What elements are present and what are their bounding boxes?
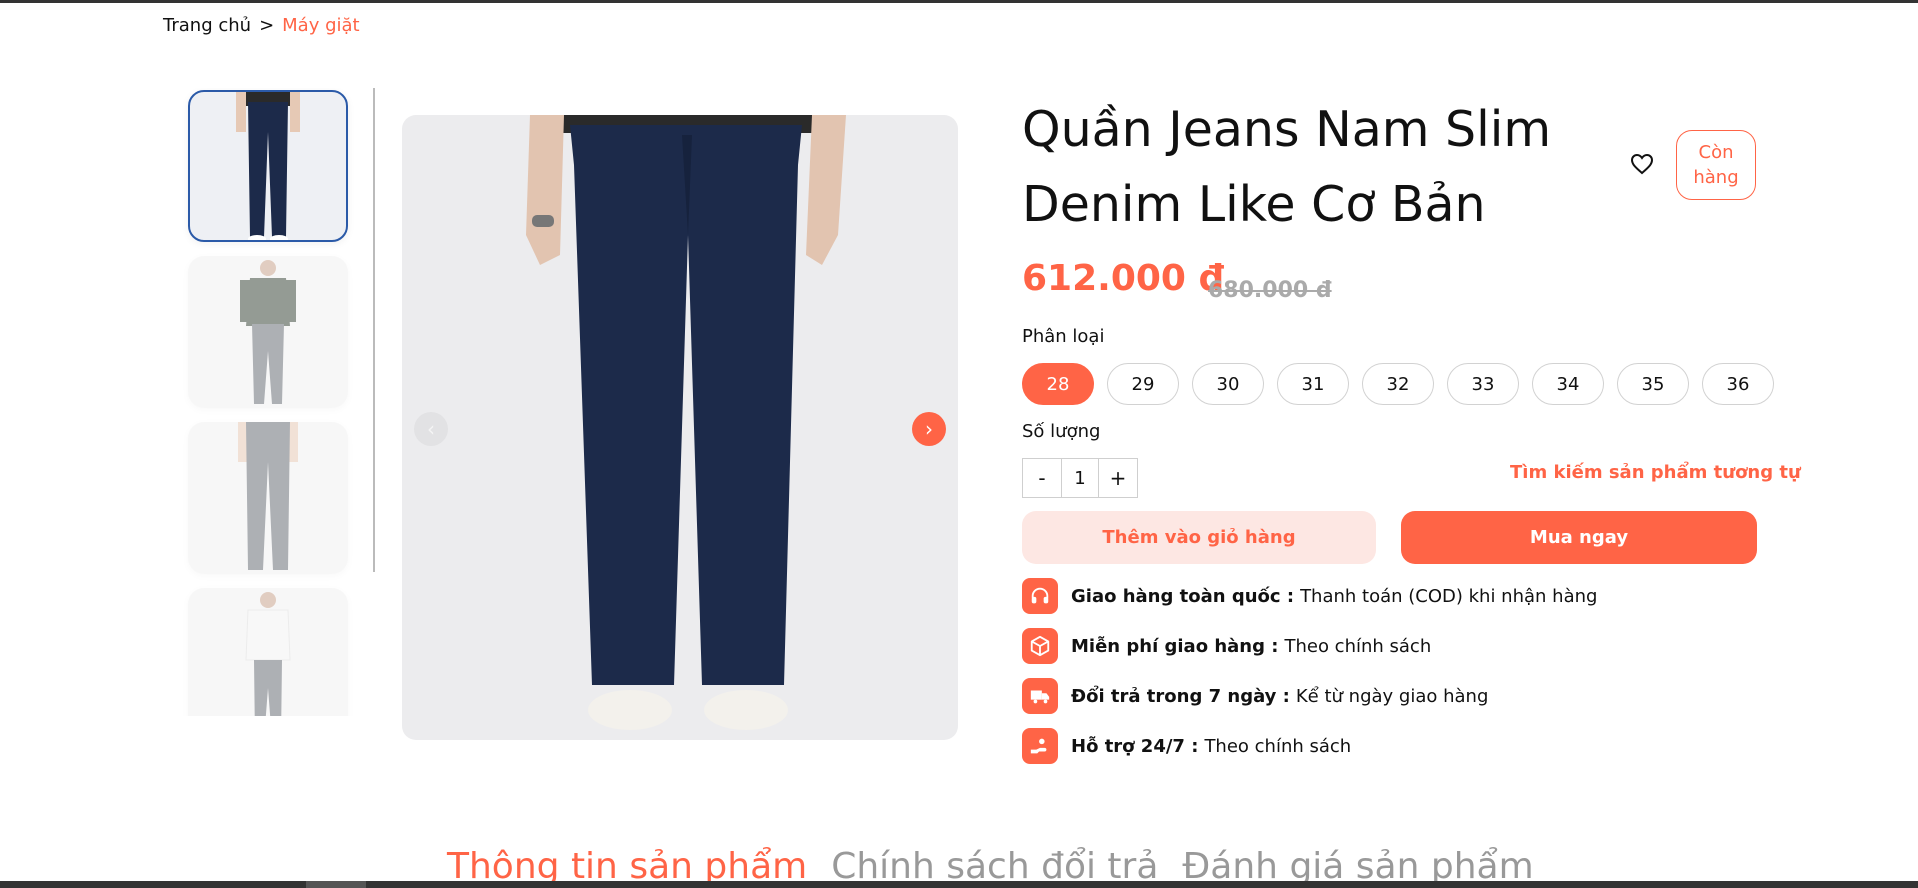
size-option-28[interactable]: 28 (1022, 363, 1094, 405)
feature-text: Theo chính sách (1204, 735, 1352, 757)
quantity-increase-button[interactable]: + (1099, 459, 1137, 497)
breadcrumb: Trang chủ > Máy giặt (163, 15, 360, 36)
feature-support-24-7: Hỗ trợ 24/7 : Theo chính sách (1022, 728, 1351, 764)
feature-free-shipping: Miễn phí giao hàng : Theo chính sách (1022, 628, 1431, 664)
quantity-input[interactable]: 1 (1061, 459, 1099, 497)
size-options: 28 29 30 31 32 33 34 35 36 (1022, 363, 1774, 405)
size-option-31[interactable]: 31 (1277, 363, 1349, 405)
thumbnail-4[interactable] (188, 588, 348, 716)
feature-text: Thanh toán (COD) khi nhận hàng (1300, 585, 1598, 607)
current-price: 612.000 đ (1022, 258, 1225, 299)
breadcrumb-current[interactable]: Máy giặt (282, 15, 359, 36)
size-option-33[interactable]: 33 (1447, 363, 1519, 405)
truck-icon (1022, 678, 1058, 714)
polo-pants-image (245, 592, 291, 716)
stock-status-line-1: Còn (1698, 142, 1734, 163)
breadcrumb-home-link[interactable]: Trang chủ (163, 15, 251, 36)
breadcrumb-separator: > (259, 15, 275, 36)
variant-label: Phân loại (1022, 326, 1105, 347)
similar-products-link[interactable]: Tìm kiếm sản phẩm tương tự (1510, 462, 1801, 483)
add-to-cart-button[interactable]: Thêm vào giỏ hàng (1022, 511, 1376, 564)
navy-jeans-main-image (526, 115, 846, 730)
hand-support-icon (1022, 728, 1058, 764)
feature-nationwide-delivery: Giao hàng toàn quốc : Thanh toán (COD) k… (1022, 578, 1597, 614)
size-option-35[interactable]: 35 (1617, 363, 1689, 405)
thumbnail-2[interactable] (188, 256, 348, 408)
stock-status-badge: Còn hàng (1676, 130, 1756, 200)
heart-icon[interactable] (1630, 152, 1654, 176)
size-option-30[interactable]: 30 (1192, 363, 1264, 405)
size-option-34[interactable]: 34 (1532, 363, 1604, 405)
gray-pants-image (238, 422, 298, 570)
feature-title: Giao hàng toàn quốc : (1071, 585, 1295, 607)
thumbnail-3[interactable] (188, 422, 348, 574)
size-option-32[interactable]: 32 (1362, 363, 1434, 405)
feature-title: Hỗ trợ 24/7 : (1071, 735, 1199, 757)
box-icon (1022, 628, 1058, 664)
feature-text: Kể từ ngày giao hàng (1295, 685, 1489, 707)
size-option-36[interactable]: 36 (1702, 363, 1774, 405)
stock-status-line-2: hàng (1693, 167, 1739, 188)
prev-image-button[interactable]: ‹ (414, 412, 448, 446)
top-border (0, 0, 1918, 3)
feature-title: Miễn phí giao hàng : (1071, 635, 1279, 657)
quantity-stepper: - 1 + (1022, 458, 1138, 498)
thumbnail-1[interactable] (188, 90, 348, 242)
product-title: Quần Jeans Nam Slim Denim Like Cơ Bản (1022, 92, 1562, 242)
product-title-line-2: Denim Like Cơ Bản (1022, 176, 1486, 233)
buy-now-button[interactable]: Mua ngay (1401, 511, 1757, 564)
quantity-decrease-button[interactable]: - (1023, 459, 1061, 497)
original-price: 680.000 đ (1208, 278, 1332, 303)
navy-jeans-image (236, 92, 300, 240)
feature-return-policy: Đổi trả trong 7 ngày : Kể từ ngày giao h… (1022, 678, 1488, 714)
horizontal-scrollbar[interactable] (0, 881, 1918, 888)
feature-title: Đổi trả trong 7 ngày : (1071, 685, 1290, 707)
headphones-icon (1022, 578, 1058, 614)
main-product-image: ‹ › (402, 115, 958, 740)
quantity-label: Số lượng (1022, 421, 1101, 442)
thumbnail-list (182, 88, 364, 716)
next-image-button[interactable]: › (912, 412, 946, 446)
shirt-pants-image (240, 260, 296, 404)
size-option-29[interactable]: 29 (1107, 363, 1179, 405)
product-title-line-1: Quần Jeans Nam Slim (1022, 101, 1552, 158)
thumbnail-scrollbar[interactable] (373, 88, 375, 572)
scrollbar-thumb[interactable] (306, 881, 366, 888)
feature-text: Theo chính sách (1284, 635, 1432, 657)
